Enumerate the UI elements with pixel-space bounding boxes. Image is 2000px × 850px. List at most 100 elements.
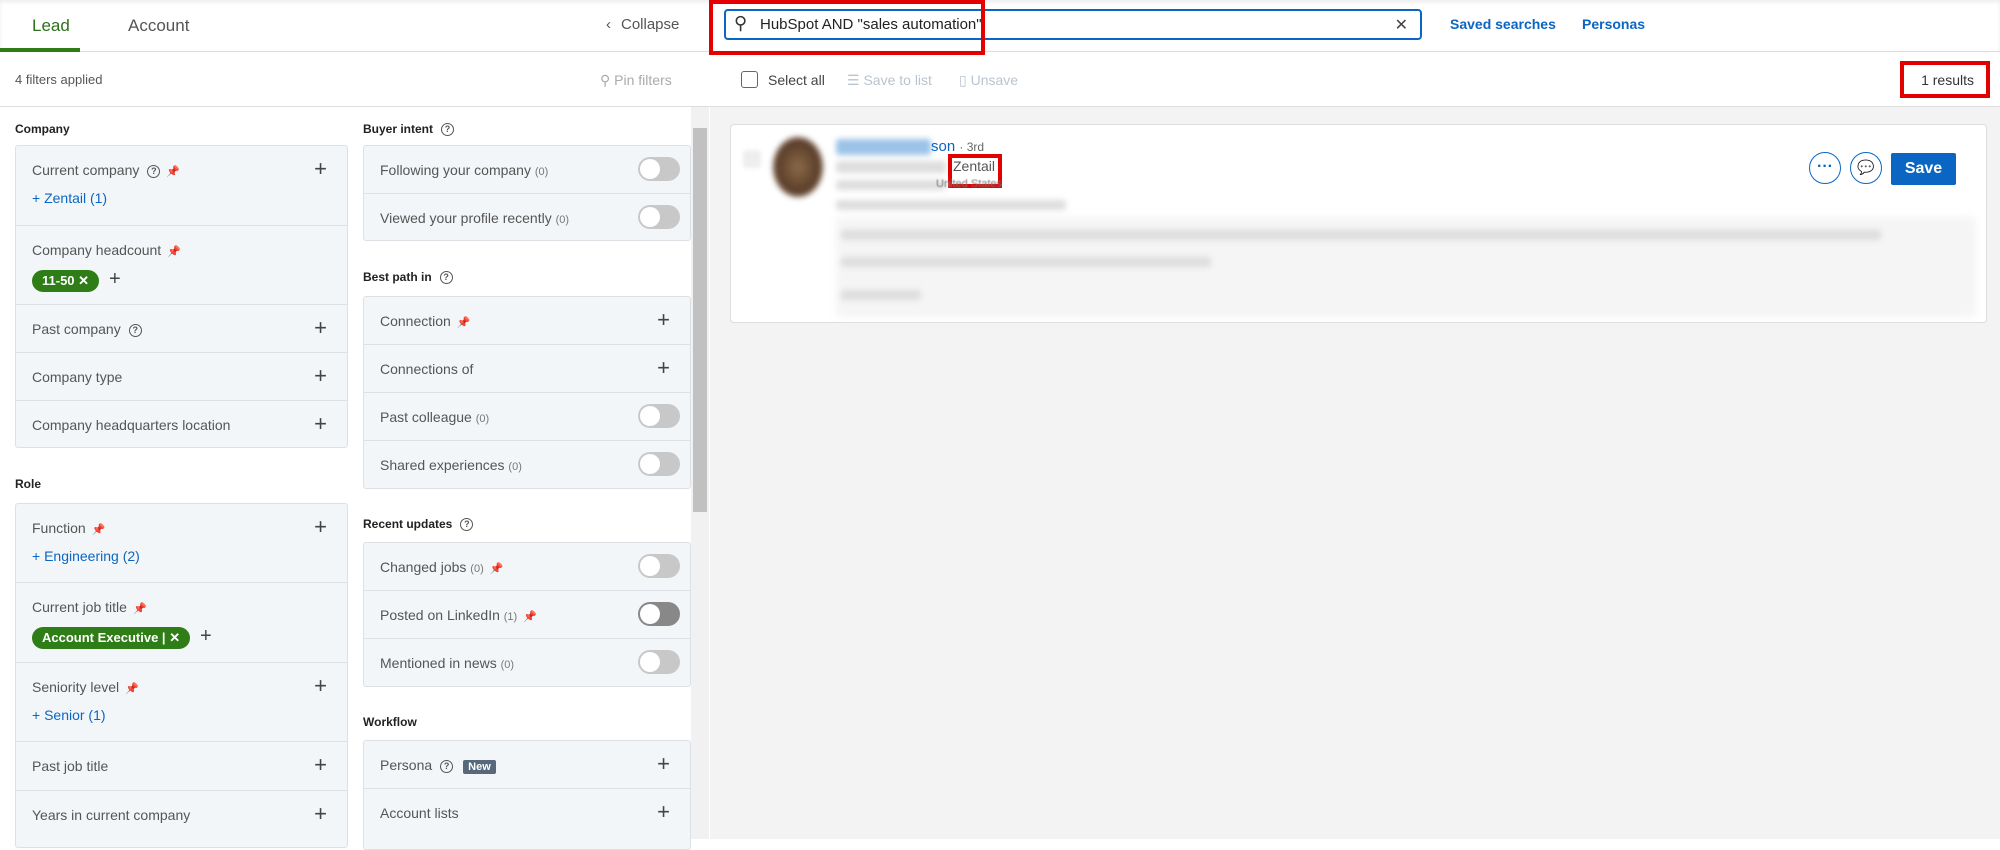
- lead-name[interactable]: son · 3rd: [931, 138, 984, 155]
- chip-label: 11-50: [42, 273, 75, 288]
- filter-company-headcount[interactable]: Company headcount 📌 11-50 ✕ +: [16, 226, 347, 305]
- filter-current-company[interactable]: Current company? 📌 + + Zentail (1): [16, 146, 347, 226]
- add-icon[interactable]: +: [314, 673, 327, 699]
- toggle-following[interactable]: [638, 157, 680, 181]
- save-button[interactable]: Save: [1891, 153, 1956, 185]
- pin-icon[interactable]: 📌: [92, 523, 106, 536]
- filter-company-type[interactable]: Company type +: [16, 353, 347, 401]
- chevron-left-icon: ‹: [606, 16, 611, 33]
- suggestion-engineering[interactable]: + Engineering (2): [32, 548, 140, 564]
- remove-icon[interactable]: ✕: [78, 273, 89, 288]
- suggestion-zentail[interactable]: + Zentail (1): [32, 190, 107, 206]
- filter-label: Posted on LinkedIn: [380, 607, 500, 623]
- add-icon[interactable]: +: [200, 625, 212, 647]
- filter-persona[interactable]: Persona? New +: [364, 741, 690, 789]
- filter-connection[interactable]: Connection 📌 +: [364, 297, 690, 345]
- suggestion-label: Zentail (1): [44, 190, 108, 206]
- add-icon[interactable]: +: [657, 355, 670, 381]
- add-icon[interactable]: +: [314, 801, 327, 827]
- add-icon[interactable]: +: [657, 751, 670, 777]
- saved-searches-link[interactable]: Saved searches: [1450, 16, 1556, 32]
- remove-icon[interactable]: ✕: [169, 630, 180, 645]
- filters-scrollbar-thumb[interactable]: [693, 128, 707, 512]
- select-all-label[interactable]: Select all: [768, 72, 825, 88]
- pin-icon[interactable]: 📌: [523, 610, 537, 623]
- clear-search-icon[interactable]: ✕: [1395, 15, 1408, 35]
- toggle-past-colleague[interactable]: [638, 404, 680, 428]
- add-icon[interactable]: +: [314, 411, 327, 437]
- filter-years-in-current-company[interactable]: Years in current company +: [16, 791, 347, 840]
- pin-icon[interactable]: 📌: [490, 562, 504, 575]
- help-icon[interactable]: ?: [439, 271, 453, 284]
- add-icon[interactable]: +: [314, 363, 327, 389]
- filter-shared-experiences: Shared experiences (0): [364, 441, 690, 489]
- add-icon[interactable]: +: [657, 307, 670, 333]
- filters-applied-count: 4 filters applied: [15, 72, 103, 87]
- suggestion-label: Senior (1): [44, 707, 106, 723]
- toggle-shared-experiences[interactable]: [638, 452, 680, 476]
- filter-seniority-level[interactable]: Seniority level 📌 + + Senior (1): [16, 663, 347, 742]
- pin-icon[interactable]: 📌: [133, 602, 147, 615]
- pin-icon[interactable]: 📌: [166, 165, 180, 178]
- chip-label: Account Executive |: [42, 630, 166, 645]
- help-icon[interactable]: ?: [460, 518, 474, 531]
- workflow-filters: Persona? New + Account lists +: [363, 740, 691, 850]
- filter-count: (0): [475, 413, 490, 425]
- section-company-title: Company: [15, 122, 70, 136]
- toggle-posted-on-linkedin[interactable]: [638, 602, 680, 626]
- filter-connections-of[interactable]: Connections of +: [364, 345, 690, 393]
- add-icon[interactable]: +: [109, 268, 121, 290]
- more-options-button[interactable]: ···: [1809, 152, 1841, 184]
- pin-icon[interactable]: 📌: [167, 245, 181, 258]
- new-badge: New: [463, 760, 496, 774]
- filter-label: Following your company: [380, 162, 531, 178]
- filter-label: Past job title: [32, 758, 109, 774]
- message-button[interactable]: 💬: [1850, 152, 1882, 184]
- chip-account-executive[interactable]: Account Executive | ✕: [32, 627, 191, 649]
- filter-count: (1): [503, 611, 518, 623]
- add-icon[interactable]: +: [314, 156, 327, 182]
- filter-label: Persona: [380, 757, 433, 773]
- filter-past-company[interactable]: Past company? +: [16, 305, 347, 353]
- toggle-mentioned-in-news[interactable]: [638, 650, 680, 674]
- chip-11-50[interactable]: 11-50 ✕: [32, 270, 100, 292]
- filter-count: (0): [500, 659, 515, 671]
- filter-count: (0): [555, 214, 570, 226]
- unsave-button[interactable]: ▯ Unsave: [959, 72, 1018, 89]
- pin-icon[interactable]: 📌: [457, 316, 471, 329]
- filter-label: Connection: [380, 313, 451, 329]
- collapse-button[interactable]: ‹ Collapse: [606, 16, 679, 33]
- filter-account-lists[interactable]: Account lists +: [364, 789, 690, 837]
- pin-filters-button[interactable]: ⚲ Pin filters: [600, 72, 672, 89]
- filter-past-job-title[interactable]: Past job title +: [16, 742, 347, 791]
- blurred-title: [836, 161, 946, 173]
- filter-function[interactable]: Function 📌 + + Engineering (2): [16, 504, 347, 583]
- filter-posted-on-linkedin: Posted on LinkedIn (1) 📌: [364, 591, 690, 639]
- role-filters: Function 📌 + + Engineering (2) Current job …: [15, 503, 348, 848]
- list-icon: ☰: [847, 72, 864, 88]
- add-icon[interactable]: +: [314, 514, 327, 540]
- tab-lead[interactable]: Lead: [32, 16, 70, 36]
- avatar[interactable]: [773, 137, 823, 197]
- personas-link[interactable]: Personas: [1582, 16, 1645, 32]
- filter-company-hq-location[interactable]: Company headquarters location +: [16, 401, 347, 447]
- pin-icon[interactable]: 📌: [125, 682, 139, 695]
- help-icon[interactable]: ?: [441, 123, 455, 136]
- help-icon[interactable]: ?: [128, 324, 142, 337]
- toggle-viewed-profile[interactable]: [638, 205, 680, 229]
- help-icon[interactable]: ?: [147, 165, 161, 178]
- add-icon[interactable]: +: [314, 315, 327, 341]
- help-icon[interactable]: ?: [440, 760, 454, 773]
- add-icon[interactable]: +: [657, 799, 670, 825]
- add-icon[interactable]: +: [314, 752, 327, 778]
- suggestion-label: Engineering (2): [44, 548, 140, 564]
- toggle-changed-jobs[interactable]: [638, 554, 680, 578]
- lead-name-visible: son: [931, 138, 956, 155]
- result-checkbox[interactable]: [743, 150, 761, 168]
- tab-account[interactable]: Account: [128, 16, 189, 36]
- save-to-list-button[interactable]: ☰ Save to list: [847, 72, 932, 89]
- filter-current-job-title[interactable]: Current job title 📌 Account Executive | ✕ …: [16, 583, 347, 663]
- suggestion-senior[interactable]: + Senior (1): [32, 707, 106, 723]
- select-all-checkbox[interactable]: [741, 71, 758, 88]
- highlight-box-results: [1900, 61, 1990, 98]
